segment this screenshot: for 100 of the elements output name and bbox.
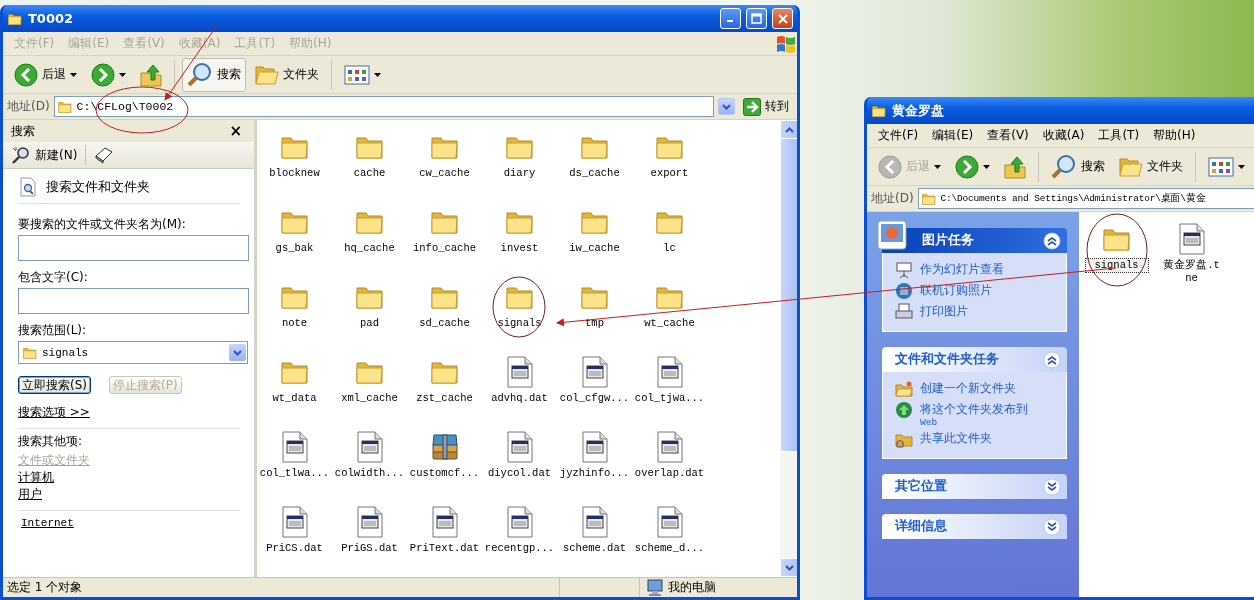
folder-item[interactable]: export xyxy=(632,125,707,200)
file-item[interactable]: 黄金罗盘.tne xyxy=(1154,217,1229,292)
document-icon xyxy=(581,431,608,463)
folder-item[interactable]: zst_cache xyxy=(407,350,482,425)
folder-item[interactable]: wt_cache xyxy=(632,275,707,350)
expand-button[interactable] xyxy=(1043,517,1061,536)
address-field[interactable]: C:\CFLog\T0002 xyxy=(53,96,714,117)
search-document-icon xyxy=(20,177,36,197)
globe-upload-icon xyxy=(895,401,913,419)
task-link[interactable]: 创建一个新文件夹 xyxy=(895,380,1058,398)
task-link[interactable]: 打印图片 xyxy=(895,303,1058,321)
menu-item[interactable]: 编辑(E) xyxy=(925,125,981,146)
folder-item[interactable]: info_cache xyxy=(407,200,482,275)
folder-item[interactable]: sd_cache xyxy=(407,275,482,350)
collapse-button[interactable] xyxy=(1043,350,1061,369)
file-item[interactable]: customcf... xyxy=(407,425,482,500)
grid-icon xyxy=(1208,156,1234,177)
folders-button[interactable]: 文件夹 xyxy=(1114,149,1188,184)
text-field[interactable] xyxy=(18,288,249,314)
folder-item[interactable]: note xyxy=(257,275,332,350)
scope-dropdown[interactable]: signals xyxy=(18,341,248,364)
collapse-button[interactable] xyxy=(1043,231,1061,250)
caret-icon xyxy=(934,164,941,169)
file-item[interactable]: PriCS.dat xyxy=(257,500,332,575)
task-link[interactable]: 将这个文件夹发布到 Web xyxy=(895,401,1058,427)
go-button[interactable]: 转到 xyxy=(739,97,793,116)
file-item[interactable]: col_tjwa... xyxy=(632,350,707,425)
chevron-down-icon xyxy=(722,103,731,110)
folder-item[interactable]: pad xyxy=(332,275,407,350)
menu-item[interactable]: 收藏(A) xyxy=(1035,125,1092,146)
document-icon xyxy=(356,431,383,463)
task-link[interactable]: 联机订购照片 xyxy=(895,282,1058,300)
back-button[interactable]: 后退 xyxy=(9,57,82,92)
folder-item[interactable]: xml_cache xyxy=(332,350,407,425)
expand-button[interactable] xyxy=(1043,477,1061,496)
file-item[interactable]: PriGS.dat xyxy=(332,500,407,575)
section-heading: 搜索文件和文件夹 xyxy=(46,178,150,196)
maximize-button[interactable] xyxy=(746,8,767,29)
folder-item[interactable]: signals xyxy=(1079,217,1154,292)
search-link[interactable]: 用户 xyxy=(18,486,42,503)
folder-item[interactable]: lc xyxy=(632,200,707,275)
document-icon xyxy=(506,506,533,538)
document-icon xyxy=(656,506,683,538)
new-search-button[interactable]: 新建(N) xyxy=(9,146,80,164)
task-link[interactable]: 共享此文件夹 xyxy=(895,430,1058,448)
file-item[interactable]: scheme_d... xyxy=(632,500,707,575)
menu-item[interactable]: 查看(V) xyxy=(980,125,1036,146)
folder-item[interactable]: signals xyxy=(482,275,557,350)
field-label: 要搜索的文件或文件夹名为(M): xyxy=(18,216,187,233)
file-item[interactable]: advhq.dat xyxy=(482,350,557,425)
caret-icon xyxy=(119,72,126,77)
document-icon xyxy=(506,431,533,463)
document-icon xyxy=(581,356,608,388)
folder-item[interactable]: gs_bak xyxy=(257,200,332,275)
dropdown-button[interactable] xyxy=(718,98,735,115)
field-label: 搜索范围(L): xyxy=(18,322,88,339)
address-field[interactable]: C:\Documents and Settings\Administrator\桌面\黄金 xyxy=(917,188,1254,209)
search-options-link[interactable]: 搜索选项 >> xyxy=(18,404,90,421)
menu-item[interactable]: 工具(T) xyxy=(1091,125,1147,146)
folder-item[interactable]: tmp xyxy=(557,275,632,350)
slideshow-icon xyxy=(895,261,913,279)
scrollbar[interactable] xyxy=(780,120,797,577)
panel-title: 其它位置 xyxy=(895,478,947,495)
search-link[interactable]: 计算机 xyxy=(18,469,54,486)
search-now-button[interactable]: 立即搜索(S) xyxy=(18,376,91,394)
menu-item[interactable]: 文件(F) xyxy=(871,125,926,146)
file-item[interactable]: jyzhinfo... xyxy=(557,425,632,500)
file-item[interactable]: diycol.dat xyxy=(482,425,557,500)
scroll-up-button[interactable] xyxy=(780,120,797,139)
minimize-button[interactable] xyxy=(720,8,741,29)
scroll-thumb[interactable] xyxy=(780,138,797,452)
search-button[interactable]: 搜索 xyxy=(182,57,246,92)
internet-link[interactable]: Internet xyxy=(18,515,74,532)
caret-icon xyxy=(983,164,990,169)
file-item[interactable]: recentgp... xyxy=(482,500,557,575)
file-item[interactable]: PriText.dat xyxy=(407,500,482,575)
scroll-down-button[interactable] xyxy=(780,558,797,577)
filename-field[interactable] xyxy=(18,235,249,261)
folder-item[interactable]: invest xyxy=(482,200,557,275)
file-item[interactable]: col_tlwa... xyxy=(257,425,332,500)
file-item[interactable]: overlap.dat xyxy=(632,425,707,500)
folder-item[interactable]: ds_cache xyxy=(557,125,632,200)
task-link[interactable]: 作为幻灯片查看 xyxy=(895,261,1058,279)
folder-item[interactable]: diary xyxy=(482,125,557,200)
folder-item[interactable]: iw_cache xyxy=(557,200,632,275)
folder-item[interactable]: wt_data xyxy=(257,350,332,425)
file-item[interactable]: colwidth... xyxy=(332,425,407,500)
folder-item[interactable]: cache xyxy=(332,125,407,200)
chevron-down-icon xyxy=(785,564,794,571)
search-button[interactable]: 搜索 xyxy=(1046,149,1110,184)
status-location: 我的电脑 xyxy=(668,579,716,596)
file-item[interactable]: col_cfgw... xyxy=(557,350,632,425)
folders-button[interactable]: 文件夹 xyxy=(250,57,324,92)
folder-item[interactable]: hq_cache xyxy=(332,200,407,275)
file-item[interactable]: scheme.dat xyxy=(557,500,632,575)
menu-item[interactable]: 帮助(H) xyxy=(1146,125,1203,146)
folder-item[interactable]: blocknew xyxy=(257,125,332,200)
folder-item[interactable]: cw_cache xyxy=(407,125,482,200)
close-button[interactable] xyxy=(772,8,793,29)
close-button[interactable]: × xyxy=(225,122,246,140)
